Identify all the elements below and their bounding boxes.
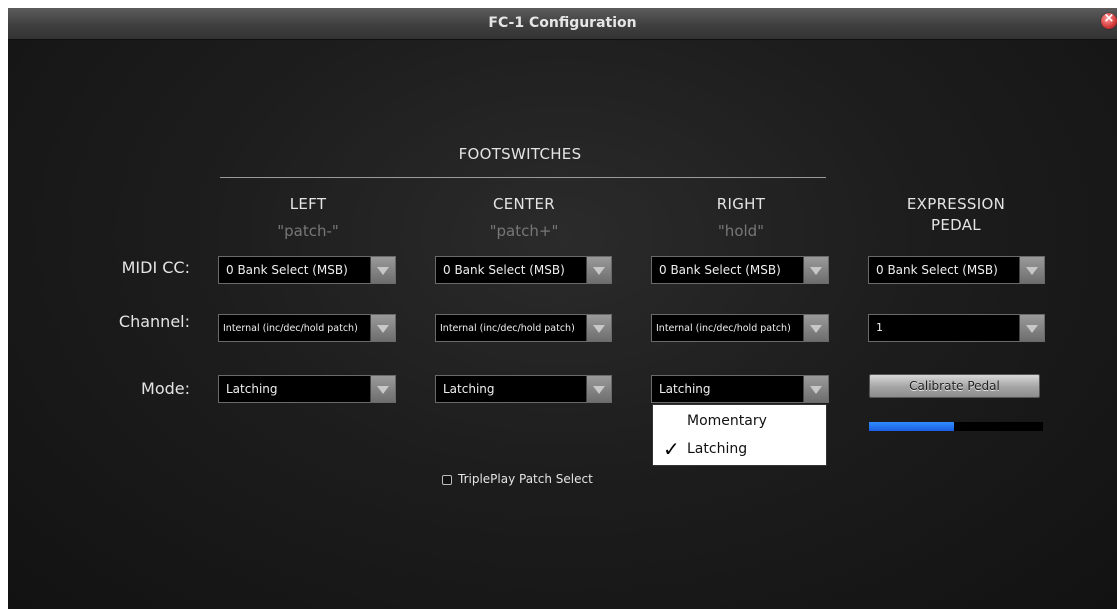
center-column-heading: CENTER	[492, 195, 556, 213]
left-channel-value: Internal (inc/dec/hold patch)	[223, 323, 358, 334]
center-column-subtitle: "patch+"	[489, 222, 559, 240]
tripleplay-label[interactable]: TriplePlay Patch Select	[458, 472, 593, 486]
chevron-down-icon[interactable]	[370, 257, 395, 283]
mode-label: Mode:	[141, 379, 190, 398]
center-mode-value: Latching	[443, 382, 495, 396]
left-midi-cc-select[interactable]: 0 Bank Select (MSB)	[218, 256, 396, 284]
right-mode-select[interactable]: Latching	[651, 375, 829, 403]
right-column-heading: RIGHT	[716, 195, 766, 213]
right-midi-cc-select[interactable]: 0 Bank Select (MSB)	[651, 256, 829, 284]
title-bar[interactable]: FC-1 Configuration	[8, 8, 1117, 40]
chevron-down-icon[interactable]	[803, 376, 828, 402]
left-column-subtitle: "patch-"	[277, 222, 339, 240]
left-midi-cc-value: 0 Bank Select (MSB)	[226, 263, 348, 277]
dropdown-option-label: Latching	[687, 441, 748, 457]
center-channel-select[interactable]: Internal (inc/dec/hold patch)	[435, 314, 612, 342]
right-midi-cc-value: 0 Bank Select (MSB)	[659, 263, 781, 277]
pedal-level-meter	[869, 422, 1043, 431]
midi-cc-label: MIDI CC:	[121, 258, 190, 277]
left-column-heading: LEFT	[289, 195, 327, 213]
chevron-down-icon[interactable]	[370, 315, 395, 341]
left-mode-select[interactable]: Latching	[218, 375, 396, 403]
calibrate-pedal-button[interactable]: Calibrate Pedal	[869, 374, 1040, 398]
footswitches-heading: FOOTSWITCHES	[458, 145, 582, 163]
tripleplay-checkbox[interactable]	[442, 475, 452, 485]
expression-heading-line2: PEDAL	[931, 216, 981, 234]
expression-midi-cc-value: 0 Bank Select (MSB)	[876, 263, 998, 277]
center-midi-cc-value: 0 Bank Select (MSB)	[443, 263, 565, 277]
chevron-down-icon[interactable]	[1019, 257, 1044, 283]
center-mode-select[interactable]: Latching	[435, 375, 612, 403]
chevron-down-icon[interactable]	[586, 315, 611, 341]
close-icon[interactable]	[1101, 11, 1117, 29]
left-channel-select[interactable]: Internal (inc/dec/hold patch)	[218, 314, 396, 342]
chevron-down-icon[interactable]	[586, 257, 611, 283]
channel-label: Channel:	[118, 312, 190, 331]
chevron-down-icon[interactable]	[803, 257, 828, 283]
right-mode-dropdown-menu: Momentary ✓ Latching	[652, 404, 827, 466]
pedal-level-fill	[869, 422, 955, 431]
expression-heading-line1: EXPRESSION	[906, 195, 1006, 213]
window-title: FC-1 Configuration	[488, 15, 637, 31]
chevron-down-icon[interactable]	[370, 376, 395, 402]
chevron-down-icon[interactable]	[1019, 315, 1044, 341]
expression-channel-select[interactable]: 1	[868, 314, 1045, 342]
checkmark-icon: ✓	[663, 437, 680, 461]
footswitches-divider	[220, 177, 826, 178]
expression-midi-cc-select[interactable]: 0 Bank Select (MSB)	[868, 256, 1045, 284]
center-channel-value: Internal (inc/dec/hold patch)	[440, 323, 575, 334]
dropdown-option-momentary[interactable]: Momentary	[653, 409, 826, 433]
chevron-down-icon[interactable]	[586, 376, 611, 402]
right-channel-select[interactable]: Internal (inc/dec/hold patch)	[651, 314, 829, 342]
left-mode-value: Latching	[226, 382, 278, 396]
right-column-subtitle: "hold"	[717, 222, 765, 240]
expression-channel-value: 1	[876, 321, 883, 334]
calibrate-pedal-label: Calibrate Pedal	[909, 379, 1000, 393]
right-mode-value: Latching	[659, 382, 711, 396]
fc1-config-window: FC-1 Configuration FOOTSWITCHES LEFT "pa…	[8, 8, 1117, 609]
chevron-down-icon[interactable]	[803, 315, 828, 341]
dropdown-option-label: Momentary	[687, 413, 767, 429]
center-midi-cc-select[interactable]: 0 Bank Select (MSB)	[435, 256, 612, 284]
dropdown-option-latching[interactable]: ✓ Latching	[653, 437, 826, 461]
right-channel-value: Internal (inc/dec/hold patch)	[656, 323, 791, 334]
